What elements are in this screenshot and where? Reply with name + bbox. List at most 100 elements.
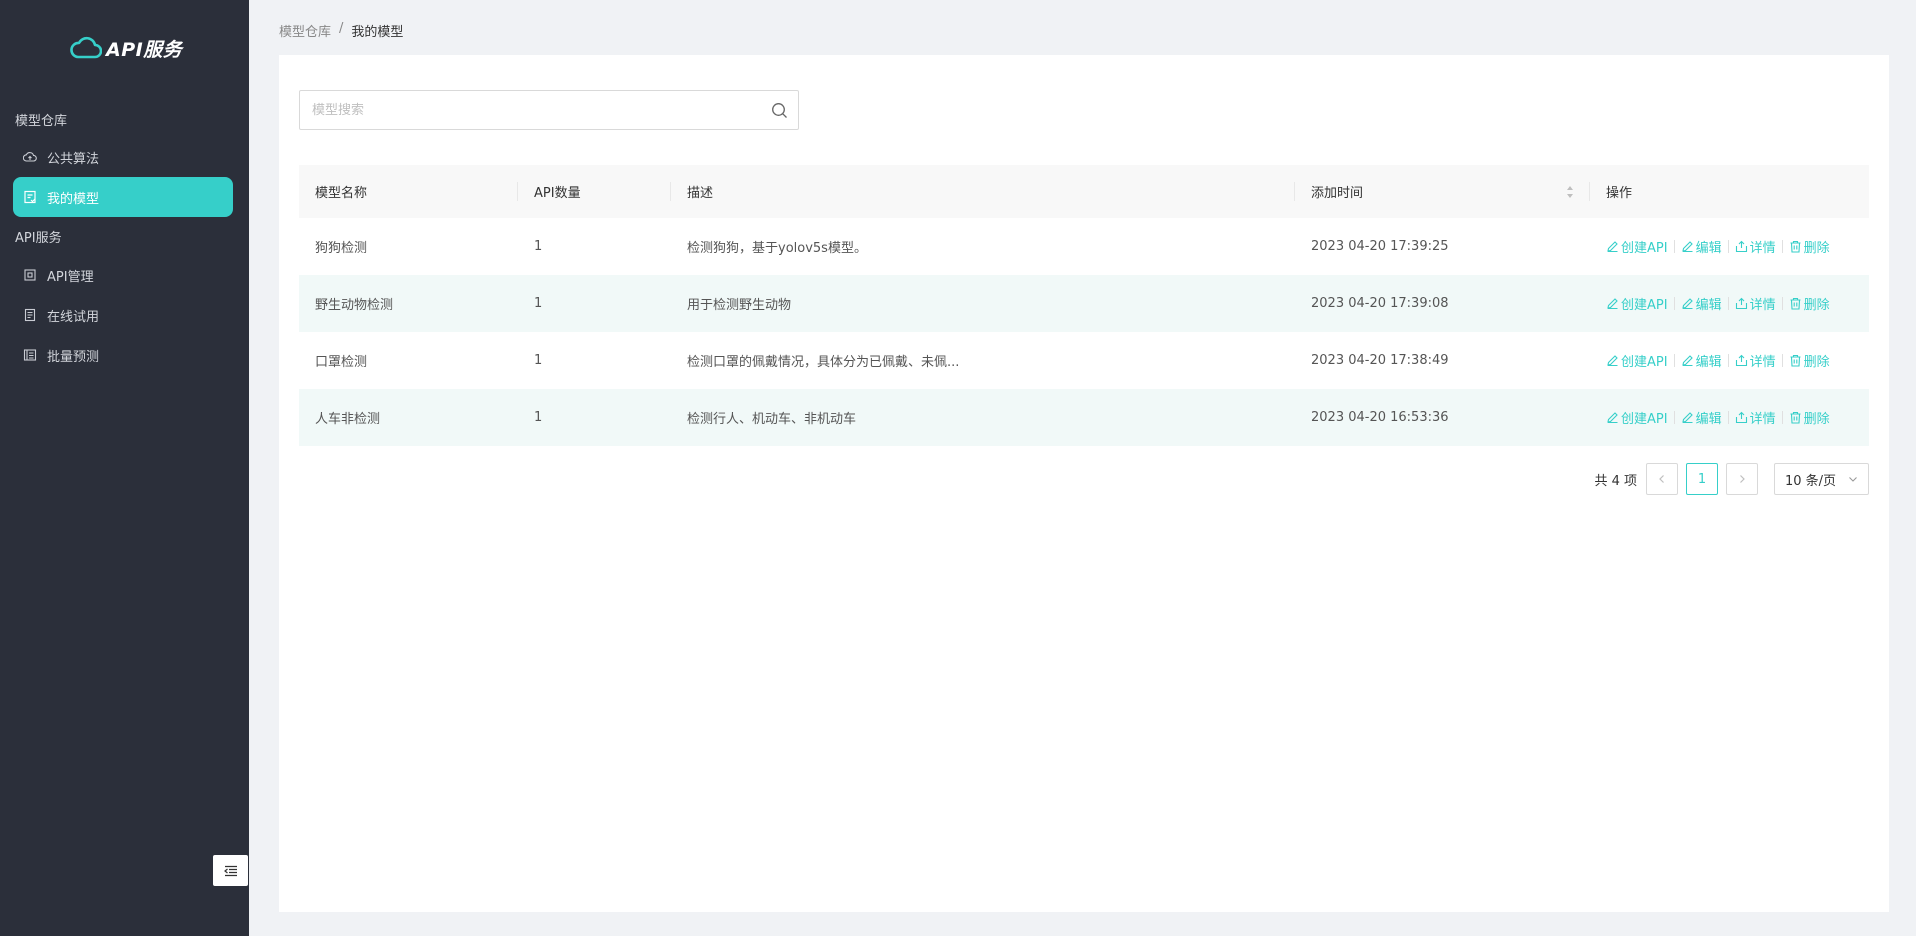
sidebar-item-label: API管理: [47, 269, 94, 285]
sidebar-item-batch-prediction[interactable]: 批量预测: [13, 335, 233, 375]
next-page-button[interactable]: [1726, 463, 1758, 495]
chevron-down-icon: [1849, 477, 1857, 482]
time-cell: 2023 04-20 17:39:08: [1311, 296, 1449, 311]
sidebar-item-public-algorithms[interactable]: 公共算法: [13, 137, 233, 177]
export-icon: [1735, 297, 1748, 310]
action-divider: [1727, 297, 1729, 310]
sidebar-item-label: 在线试用: [47, 309, 100, 325]
action-divider: [1673, 240, 1675, 253]
edit-button[interactable]: 编辑: [1681, 294, 1722, 313]
sidebar-item-api-management[interactable]: API管理: [13, 255, 233, 295]
column-header-time-label: 添加时间: [1311, 186, 1364, 201]
create-api-button[interactable]: 创建API: [1606, 351, 1668, 370]
delete-button[interactable]: 删除: [1789, 237, 1830, 256]
api-count-cell: 1: [534, 239, 543, 254]
breadcrumb: 模型仓库 / 我的模型: [279, 21, 403, 40]
create-api-button[interactable]: 创建API: [1606, 237, 1668, 256]
actions-cell: 创建API 编辑 详情 删除: [1590, 237, 1869, 256]
action-label: 删除: [1803, 241, 1830, 256]
breadcrumb-separator: /: [339, 21, 344, 36]
sort-icon[interactable]: [1566, 185, 1574, 199]
delete-icon: [1789, 354, 1802, 367]
brand-name: API服务: [106, 38, 183, 61]
detail-button[interactable]: 详情: [1735, 351, 1776, 370]
sidebar-item-label: 批量预测: [47, 349, 100, 365]
delete-button[interactable]: 删除: [1789, 351, 1830, 370]
edit-icon: [1606, 354, 1619, 367]
export-icon: [1735, 240, 1748, 253]
action-divider: [1673, 411, 1675, 424]
table-row: 狗狗检测 1 检测狗狗，基于yolov5s模型。 2023 04-20 17:39:2…: [299, 218, 1869, 275]
table-row: 野生动物检测 1 用于检测野生动物 2023 04-20 17:39:08 创建API 编…: [299, 275, 1869, 332]
time-cell: 2023 04-20 17:38:49: [1311, 353, 1449, 368]
search-input[interactable]: [300, 91, 740, 129]
create-api-button[interactable]: 创建API: [1606, 294, 1668, 313]
sidebar-item-my-models[interactable]: 我的模型: [13, 177, 233, 217]
model-name-cell: 狗狗检测: [315, 241, 368, 256]
column-header-api-count: API数量: [518, 182, 671, 201]
sidebar-item-label: 公共算法: [47, 151, 100, 167]
column-header-actions: 操作: [1606, 186, 1633, 201]
action-divider: [1727, 240, 1729, 253]
actions-cell: 创建API 编辑 详情 删除: [1590, 351, 1869, 370]
table-row: 人车非检测 1 检测行人、机动车、非机动车 2023 04-20 16:53:36 创建…: [299, 389, 1869, 446]
edit-icon: [1606, 411, 1619, 424]
api-count-cell: 1: [534, 296, 543, 311]
edit-button[interactable]: 编辑: [1681, 351, 1722, 370]
action-label: 创建API: [1621, 241, 1668, 256]
detail-button[interactable]: 详情: [1735, 408, 1776, 427]
edit-button[interactable]: 编辑: [1681, 408, 1722, 427]
page-size-select[interactable]: 10 条/页: [1774, 463, 1869, 495]
action-label: 详情: [1749, 355, 1776, 370]
delete-button[interactable]: 删除: [1789, 294, 1830, 313]
cloud-icon: [70, 36, 102, 59]
api-icon: [23, 268, 37, 282]
pagination: 共 4 项 1 10 条/页: [1594, 463, 1869, 495]
search-icon[interactable]: [771, 102, 788, 119]
breadcrumb-current: 我的模型: [351, 25, 404, 40]
menu-group-api-service: API服务: [15, 231, 62, 246]
table-row: 口罩检测 1 检测口罩的佩戴情况，具体分为已佩戴、未佩... 2023 04-20 1…: [299, 332, 1869, 389]
edit-icon: [1681, 354, 1694, 367]
chevron-left-icon: [1659, 475, 1664, 483]
edit-icon: [1681, 411, 1694, 424]
edit-button[interactable]: 编辑: [1681, 237, 1722, 256]
menu-fold-icon: [223, 865, 237, 876]
action-label: 创建API: [1621, 412, 1668, 427]
api-count-cell: 1: [534, 410, 543, 425]
action-divider: [1781, 354, 1783, 367]
column-header-time[interactable]: 添加时间: [1295, 182, 1590, 201]
export-icon: [1735, 411, 1748, 424]
time-cell: 2023 04-20 17:39:25: [1311, 239, 1449, 254]
table-header: 模型名称 API数量 描述 添加时间 操作: [299, 165, 1869, 218]
collapse-sidebar-button[interactable]: [213, 855, 248, 886]
description-cell: 检测行人、机动车、非机动车: [687, 412, 857, 427]
delete-button[interactable]: 删除: [1789, 408, 1830, 427]
model-name-cell: 野生动物检测: [315, 298, 394, 313]
breadcrumb-parent[interactable]: 模型仓库: [279, 21, 331, 40]
edit-icon: [1606, 297, 1619, 310]
brand-logo[interactable]: API服务: [70, 34, 182, 62]
detail-button[interactable]: 详情: [1735, 294, 1776, 313]
action-label: 删除: [1803, 355, 1830, 370]
page-number-button[interactable]: 1: [1686, 463, 1718, 495]
action-label: 详情: [1749, 298, 1776, 313]
detail-button[interactable]: 详情: [1735, 237, 1776, 256]
action-label: 详情: [1749, 241, 1776, 256]
edit-icon: [1681, 297, 1694, 310]
models-table: 模型名称 API数量 描述 添加时间 操作 狗狗检测 1 检测狗狗，基于yolov5…: [299, 165, 1869, 446]
prev-page-button[interactable]: [1646, 463, 1678, 495]
action-label: 编辑: [1695, 298, 1722, 313]
table-body: 狗狗检测 1 检测狗狗，基于yolov5s模型。 2023 04-20 17:39:2…: [299, 218, 1869, 446]
action-label: 编辑: [1695, 412, 1722, 427]
action-divider: [1781, 297, 1783, 310]
column-header-name: 模型名称: [299, 182, 518, 201]
api-count-cell: 1: [534, 353, 543, 368]
action-divider: [1781, 240, 1783, 253]
menu-group-model-repo: 模型仓库: [15, 114, 68, 129]
edit-icon: [1681, 240, 1694, 253]
action-label: 删除: [1803, 298, 1830, 313]
sidebar-item-online-trial[interactable]: 在线试用: [13, 295, 233, 335]
batch-icon: [23, 348, 37, 362]
create-api-button[interactable]: 创建API: [1606, 408, 1668, 427]
